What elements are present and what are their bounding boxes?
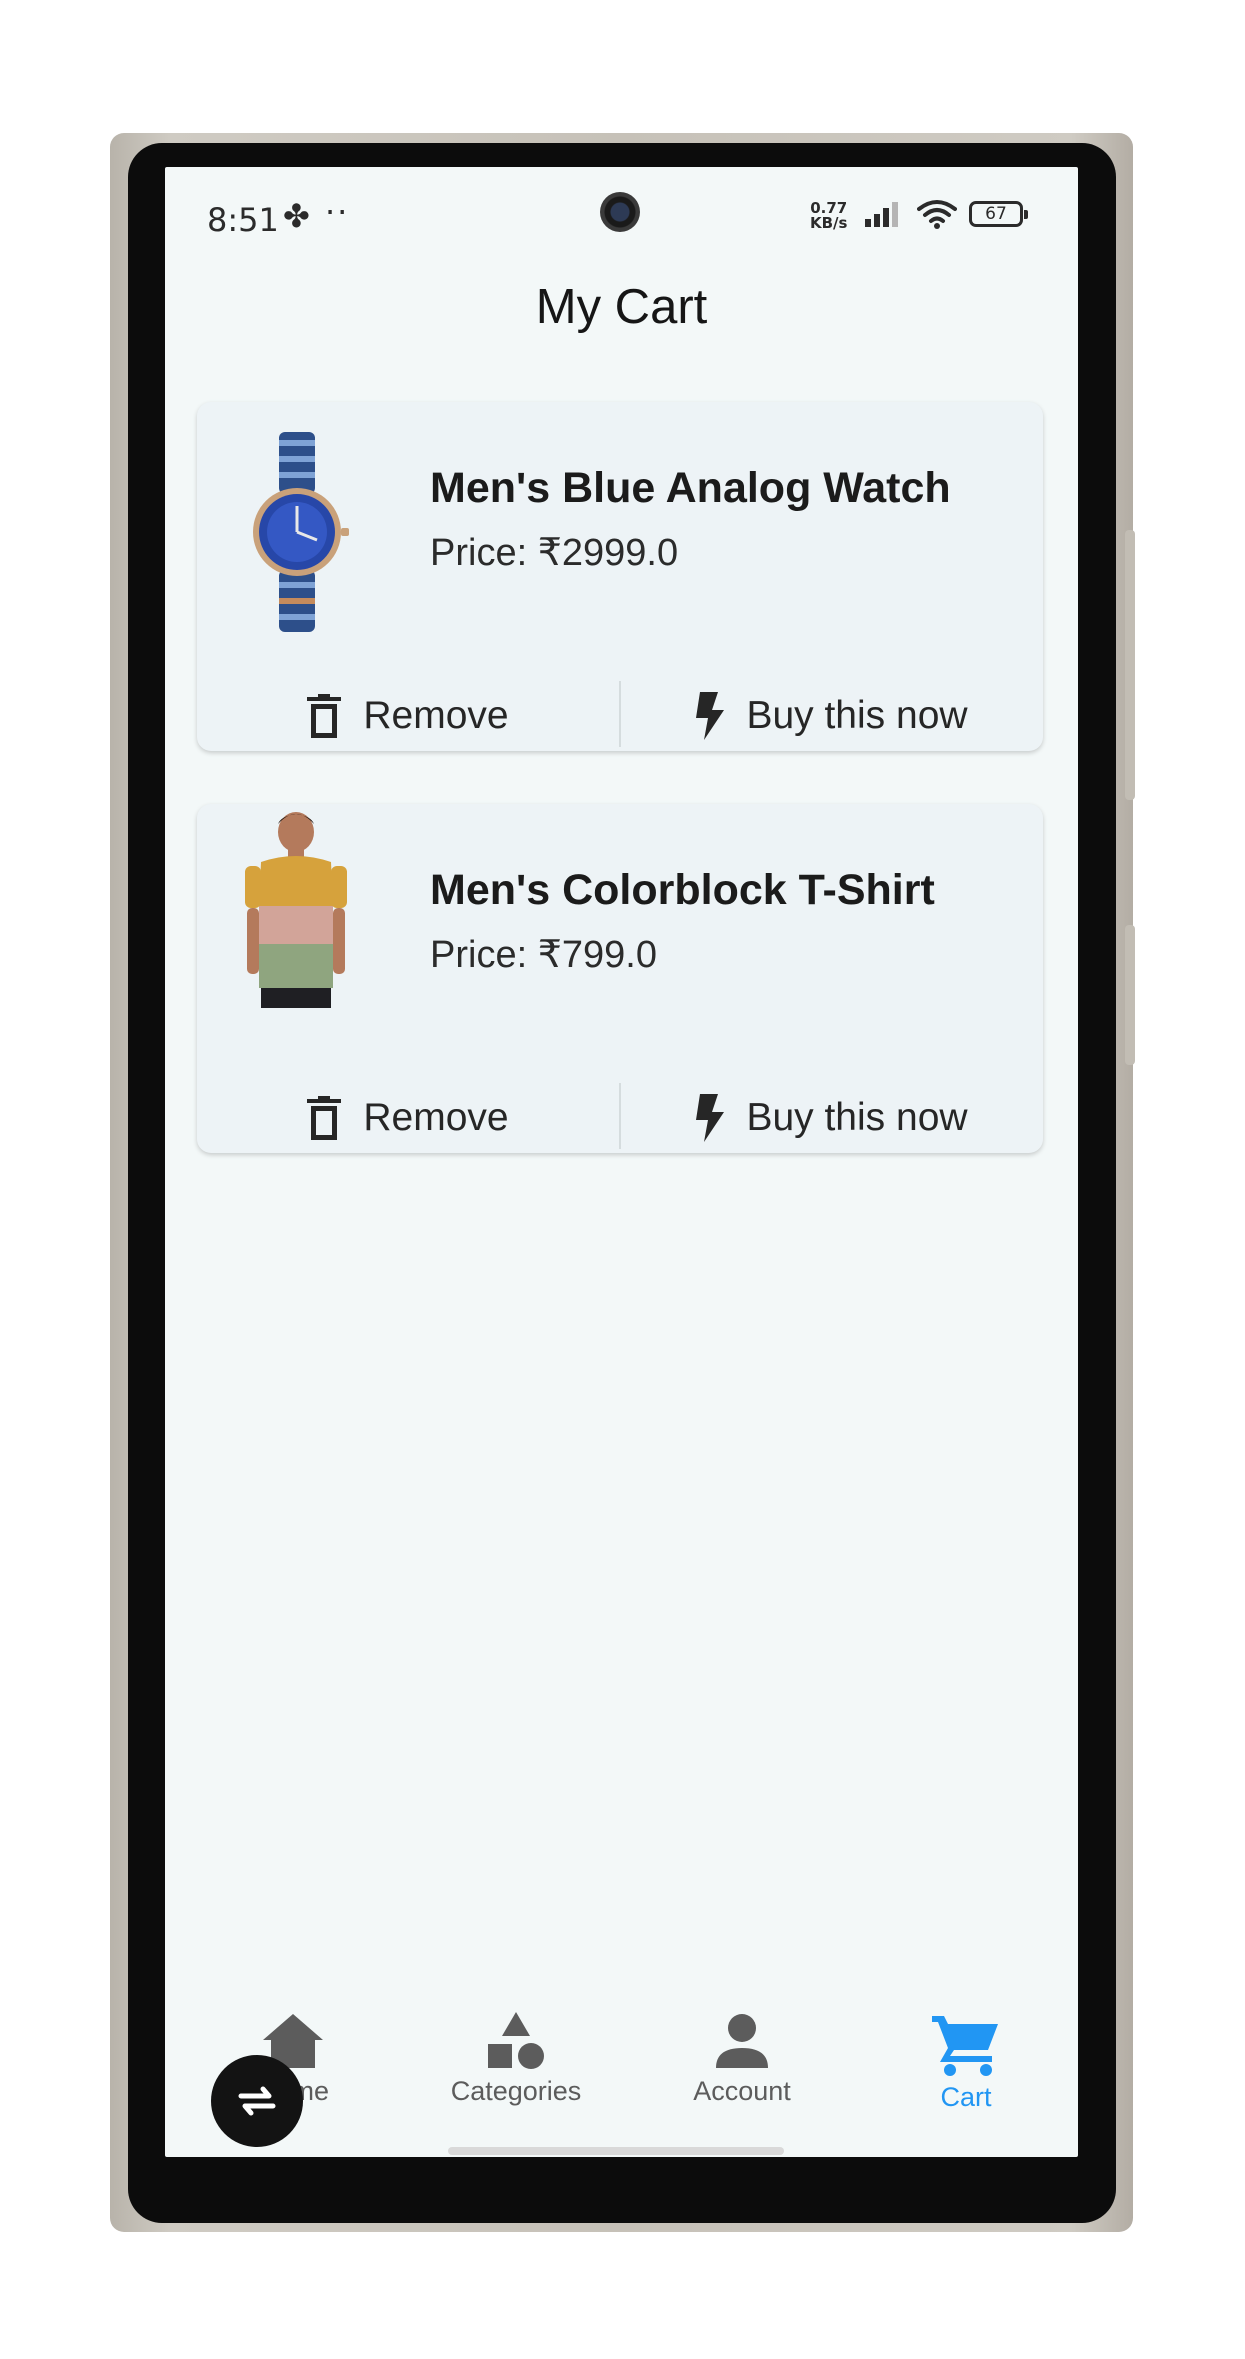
remove-label: Remove — [363, 1096, 509, 1139]
card-actions: Remove Buy this now — [197, 1083, 1043, 1153]
status-time: 8:51 — [207, 201, 279, 239]
trash-icon — [307, 1096, 342, 1140]
gesture-home-bar[interactable] — [448, 2147, 784, 2155]
front-camera — [600, 192, 640, 232]
product-name: Men's Blue Analog Watch — [430, 464, 951, 512]
product-name: Men's Colorblock T-Shirt — [430, 866, 935, 914]
buy-now-label: Buy this now — [746, 1096, 968, 1139]
card-actions: Remove Buy this now — [197, 681, 1043, 751]
wifi-icon — [917, 200, 957, 229]
signal-icon — [865, 202, 898, 227]
buy-now-label: Buy this now — [746, 694, 968, 737]
battery-level: 67 — [985, 204, 1007, 224]
app-screen: 8:51 ✤ ·· 0.77 KB/s 67 My Cart Men's Blu… — [165, 167, 1078, 2157]
tshirt-model-image — [245, 812, 347, 1008]
phone-side-button — [1125, 530, 1135, 800]
flash-icon — [696, 1094, 725, 1142]
cart-item-card: Men's Blue Analog Watch Price: ₹2999.0 R… — [197, 402, 1043, 751]
nav-item-categories[interactable]: Categories — [426, 2012, 606, 2107]
categories-icon — [488, 2012, 544, 2069]
trash-icon — [307, 694, 342, 738]
product-price: Price: ₹799.0 — [430, 934, 657, 976]
flash-icon — [696, 692, 725, 740]
nav-label-cart: Cart — [940, 2082, 992, 2112]
buy-now-button[interactable]: Buy this now — [621, 681, 1043, 751]
product-price: Price: ₹2999.0 — [430, 532, 679, 574]
floating-switch-button[interactable] — [211, 2055, 303, 2147]
nav-label-categories: Categories — [450, 2076, 582, 2106]
swap-icon — [238, 2086, 276, 2116]
nav-item-account[interactable]: Account — [652, 2012, 832, 2107]
nav-label-account: Account — [693, 2076, 791, 2106]
network-speed-unit: KB/s — [810, 214, 848, 232]
more-notifications-indicator: ·· — [325, 193, 350, 231]
status-icons: 67 — [865, 197, 1028, 231]
account-icon — [716, 2014, 768, 2068]
network-speed: 0.77 KB/s — [810, 201, 847, 231]
remove-label: Remove — [363, 694, 509, 737]
watch-image — [253, 432, 349, 632]
phone-side-button — [1125, 925, 1135, 1065]
page-title: My Cart — [535, 280, 708, 334]
nav-item-cart[interactable]: Cart — [876, 2012, 1056, 2113]
buy-now-button[interactable]: Buy this now — [621, 1083, 1043, 1153]
battery-icon: 67 — [969, 201, 1028, 227]
remove-button[interactable]: Remove — [197, 1083, 619, 1153]
cart-icon — [932, 2016, 998, 2076]
remove-button[interactable]: Remove — [197, 681, 619, 751]
fan-notification-icon: ✤ — [283, 197, 310, 235]
cart-item-card: Men's Colorblock T-Shirt Price: ₹799.0 R… — [197, 804, 1043, 1153]
